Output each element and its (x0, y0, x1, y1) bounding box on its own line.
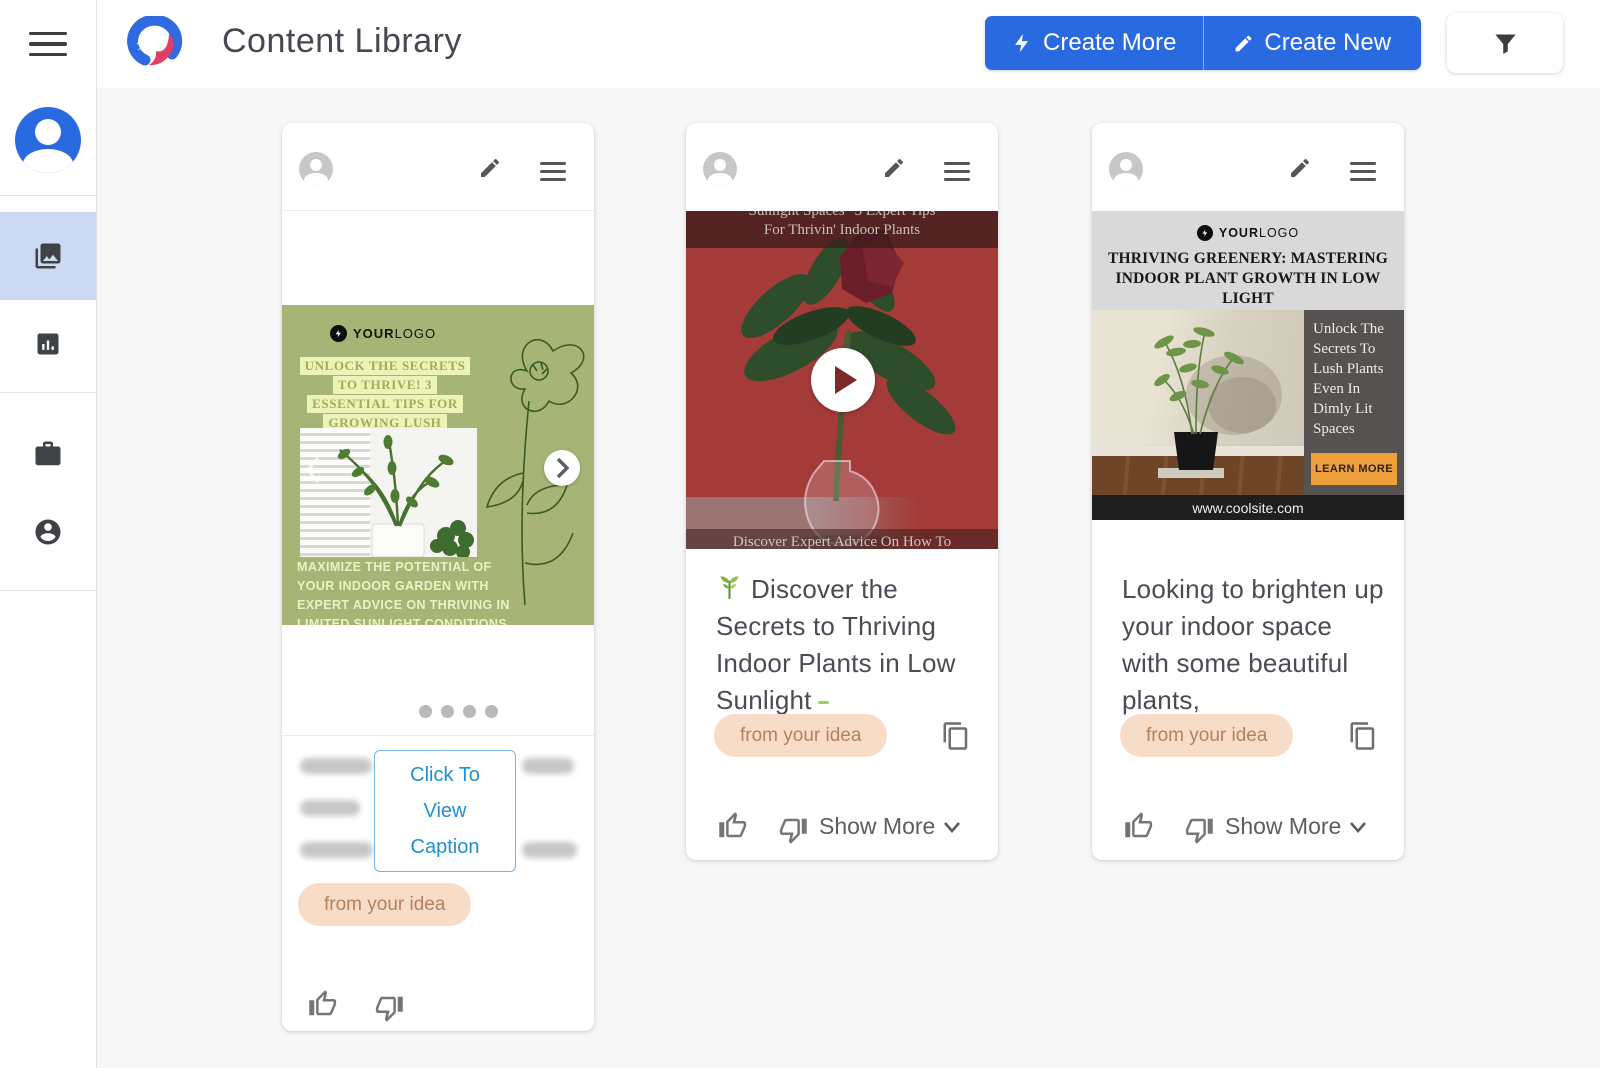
post-avatar-icon (1109, 152, 1143, 186)
blurred-caption-line (522, 842, 577, 858)
create-new-button[interactable]: Create New (1204, 16, 1422, 70)
copy-icon[interactable] (941, 721, 971, 751)
edit-pencil-icon[interactable] (882, 156, 906, 180)
blurred-caption-line (300, 800, 360, 816)
create-more-label: Create More (1043, 29, 1176, 57)
content-card-image: YOURLOGO THRIVING GREENERY: MASTERING IN… (1092, 123, 1404, 860)
post-avatar-icon (703, 152, 737, 186)
create-new-label: Create New (1264, 29, 1391, 57)
person-icon (33, 517, 63, 547)
card-header (686, 123, 998, 211)
creative-body-text: MAXIMIZE THE POTENTIAL OF YOUR INDOOR GA… (297, 558, 510, 625)
thumbs-down-icon[interactable] (374, 993, 404, 1023)
view-caption-button[interactable]: Click To View Caption (374, 750, 516, 872)
blurred-caption-line (300, 842, 373, 858)
ad-website-bar: www.coolsite.com (1092, 495, 1404, 520)
bar-chart-icon (34, 330, 62, 358)
sidebar (0, 0, 97, 1068)
divider (282, 735, 594, 736)
learn-more-button[interactable]: LEARN MORE (1311, 453, 1397, 485)
filter-funnel-icon (1492, 30, 1519, 57)
source-tag-badge: from your idea (714, 714, 887, 757)
filter-button[interactable] (1447, 13, 1563, 73)
thumbs-up-icon[interactable] (718, 811, 748, 841)
thumbs-down-icon[interactable] (778, 815, 808, 845)
card-header (282, 123, 594, 211)
create-more-button[interactable]: Create More (985, 16, 1203, 70)
page-title: Content Library (222, 22, 462, 61)
sidebar-item-content-library[interactable] (0, 212, 96, 300)
card-menu-icon[interactable] (1350, 157, 1376, 186)
create-button-group: Create More Create New (985, 16, 1421, 70)
content-card-carousel: YOURLOGO UNLOCK THE SECRETS TO THRIVE! 3… (282, 123, 594, 1031)
herb-icon (716, 574, 743, 601)
plant-illustration (300, 428, 477, 557)
thumbs-down-icon[interactable] (1184, 815, 1214, 845)
video-bottom-caption: Discover Expert Advice On How To (686, 529, 998, 549)
source-tag-badge: from your idea (1120, 714, 1293, 757)
edit-pencil-icon[interactable] (1288, 156, 1312, 180)
title-cursor-dash (818, 701, 829, 704)
copy-icon[interactable] (1348, 721, 1378, 751)
card-menu-icon[interactable] (944, 157, 970, 186)
chevron-down-icon (943, 821, 961, 833)
photo-library-icon (33, 241, 63, 271)
show-more-button[interactable]: Show More (1225, 813, 1367, 840)
post-title: Discover the Secrets to Thriving Indoor … (716, 571, 978, 719)
chevron-down-icon (1349, 821, 1367, 833)
ad-side-panel: Unlock The Secrets To Lush Plants Even I… (1304, 310, 1404, 495)
edit-pencil-icon[interactable] (478, 156, 502, 180)
plant-photo (300, 428, 477, 557)
source-tag-badge: from your idea (298, 883, 471, 926)
carousel-dots[interactable] (419, 705, 498, 718)
sidebar-item-analytics[interactable] (0, 300, 96, 388)
creative-brand: YOURLOGO (1092, 211, 1404, 241)
thumbs-up-icon[interactable] (308, 989, 338, 1019)
potted-plant-illustration (1092, 310, 1304, 495)
ad-header: YOURLOGO THRIVING GREENERY: MASTERING IN… (1092, 211, 1404, 310)
ad-creative-image: YOURLOGO THRIVING GREENERY: MASTERING IN… (1092, 211, 1404, 520)
lightning-bolt-icon (1011, 32, 1033, 54)
sidebar-hamburger-menu[interactable] (0, 4, 96, 84)
video-thumbnail: Sunlight Spaces" 3 Expert Tips For Thriv… (686, 211, 998, 549)
header: Content Library Create More Create New (97, 0, 1600, 88)
user-avatar-icon (15, 107, 81, 173)
carousel-next-button[interactable] (544, 450, 580, 486)
carousel-slide-image: YOURLOGO UNLOCK THE SECRETS TO THRIVE! 3… (282, 305, 594, 625)
content-card-video: Sunlight Spaces" 3 Expert Tips For Thriv… (686, 123, 998, 860)
app-logo-icon (123, 16, 185, 72)
sidebar-profile-avatar[interactable] (0, 100, 96, 180)
chevron-right-icon (555, 457, 570, 479)
thumbs-up-icon[interactable] (1124, 811, 1154, 841)
pencil-icon (1233, 33, 1254, 54)
post-title: Looking to brighten up your indoor space… (1122, 571, 1384, 719)
blurred-caption-line (522, 758, 574, 774)
post-avatar-icon (299, 152, 333, 186)
play-icon (835, 366, 857, 394)
ad-headline: THRIVING GREENERY: MASTERING INDOOR PLAN… (1092, 249, 1404, 309)
carousel-prev-icon[interactable] (304, 455, 322, 485)
play-button[interactable] (811, 348, 875, 412)
brand-bolt-icon (330, 325, 347, 342)
card-header (1092, 123, 1404, 211)
video-top-caption: Sunlight Spaces" 3 Expert Tips For Thriv… (686, 211, 998, 248)
show-more-button[interactable]: Show More (819, 813, 961, 840)
brand-bolt-icon (1197, 225, 1213, 241)
blurred-caption-line (300, 758, 372, 774)
card-menu-icon[interactable] (540, 157, 566, 186)
briefcase-icon (33, 439, 63, 469)
creative-brand: YOURLOGO (330, 325, 436, 342)
ad-photo (1092, 310, 1304, 495)
sidebar-item-business[interactable] (0, 410, 96, 498)
sidebar-item-account[interactable] (0, 488, 96, 576)
